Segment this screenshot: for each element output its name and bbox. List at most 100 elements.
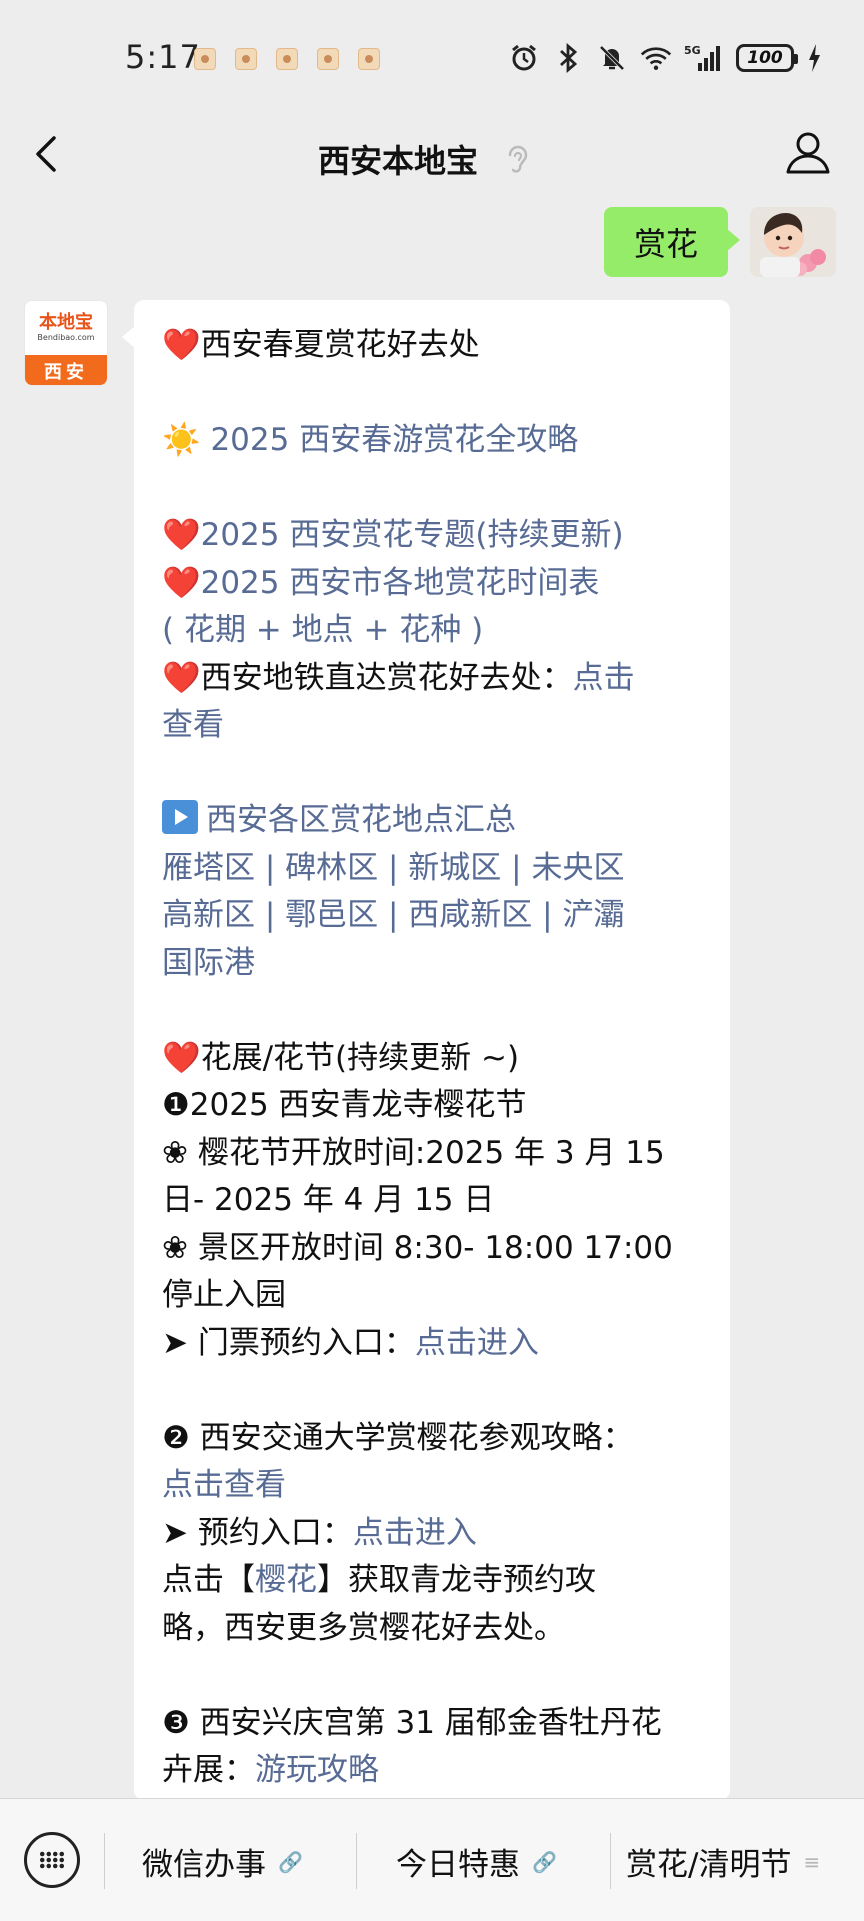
system-icons: 5G 100 (508, 36, 822, 80)
schedule-link-cont[interactable]: ( 花期 + 地点 + 花种 ) (162, 612, 483, 648)
back-button[interactable] (28, 130, 68, 178)
bot-avatar[interactable]: 本地宝 Bendibao.com 西安 (24, 300, 108, 386)
profile-button[interactable] (784, 128, 832, 176)
bluetooth-icon (552, 42, 584, 74)
wifi-icon (640, 42, 672, 74)
message-line[interactable]: ❤️2025 西安赏花专题(持续更新) (162, 512, 710, 560)
line-text: 略，西安更多赏樱花好去处。 (162, 1609, 565, 1646)
ticket-link[interactable]: 点击进入 (415, 1325, 539, 1361)
charging-icon (806, 42, 822, 74)
sun-icon: ☀️ (162, 422, 211, 458)
district-links[interactable]: 雁塔区 | 碑林区 | 新城区 | 未央区 (162, 850, 624, 886)
message-line: ❤️西安春夏赏花好去处 (162, 322, 710, 370)
tulip-guide-link[interactable]: 游玩攻略 (255, 1752, 379, 1788)
bottom-menu-bar: 微信办事 🔗 今日特惠 🔗 赏花/清明节 ≡ (0, 1798, 864, 1921)
message-line[interactable]: 雁塔区 | 碑林区 | 新城区 | 未央区 (162, 845, 710, 893)
metro-link-cont[interactable]: 查看 (162, 707, 224, 743)
district-summary-link[interactable]: 西安各区赏花地点汇总 (206, 802, 516, 838)
menu-item-label: 今日特惠 (396, 1847, 520, 1883)
message-line[interactable]: ❤️2025 西安市各地赏花时间表 (162, 560, 710, 608)
message-line: ❀ 景区开放时间 8:30- 18:00 17:00 (162, 1225, 710, 1273)
message-line: ❀ 樱花节开放时间:2025 年 3 月 15 (162, 1130, 710, 1178)
message-line: ❷ 西安交通大学赏樱花参观攻略： (162, 1415, 710, 1463)
message-line[interactable]: 查看 (162, 702, 710, 750)
user-message-bubble[interactable]: 赏花 (604, 207, 740, 277)
line-text: ❀ 樱花节开放时间:2025 年 3 月 15 (162, 1134, 665, 1171)
menu-item-daily-deals[interactable]: 今日特惠 🔗 (396, 1839, 557, 1884)
notification-icon (235, 48, 257, 70)
heart-icon: ❤️ (162, 659, 201, 696)
sakura-keyword-link[interactable]: 樱花 (255, 1562, 317, 1598)
reserve-link[interactable]: 点击进入 (353, 1515, 477, 1551)
status-bar: 5:17 5G 100 (0, 0, 864, 100)
menu-item-wechat-service[interactable]: 微信办事 🔗 (142, 1839, 303, 1884)
user-message-text: 赏花 (633, 225, 698, 263)
bot-message-content: ❤️西安春夏赏花好去处 ☀️ 2025 西安春游赏花全攻略 ❤️2025 西安赏… (162, 322, 710, 1795)
message-line: 停止入园 (162, 1272, 710, 1320)
line-text: 卉展： (162, 1752, 255, 1788)
bot-logo-city: 西安 (25, 355, 107, 385)
heart-icon: ❤️ (162, 327, 201, 363)
line-text: 日- 2025 年 4 月 15 日 (162, 1182, 495, 1218)
line-text: ❷ 西安交通大学赏樱花参观攻略： (162, 1419, 634, 1456)
mute-icon (596, 42, 628, 74)
line-text: ➤ 门票预约入口： (162, 1324, 415, 1361)
topic-link[interactable]: 2025 西安赏花专题(持续更新) (201, 517, 624, 553)
line-text: 西安地铁直达赏花好去处： (200, 659, 573, 696)
message-line[interactable]: 西安各区赏花地点汇总 (162, 797, 710, 845)
line-text: 停止入园 (162, 1277, 286, 1313)
menu-list-icon: ≡ (803, 1849, 821, 1874)
district-links[interactable]: 国际港 (162, 945, 255, 981)
message-line[interactable]: 点击查看 (162, 1462, 710, 1510)
xjtu-link[interactable]: 点击查看 (162, 1467, 286, 1503)
message-line[interactable]: ☀️ 2025 西安春游赏花全攻略 (162, 417, 710, 465)
menu-item-flowers-qingming[interactable]: 赏花/清明节 ≡ (626, 1839, 820, 1884)
metro-link[interactable]: 点击 (573, 660, 635, 696)
bot-logo: 本地宝 Bendibao.com (25, 301, 107, 355)
line-text: ❸ 西安兴庆宫第 31 届郁金香牡丹花 (162, 1704, 662, 1741)
title-bar: 西安本地宝 (0, 100, 864, 208)
line-text: ❶2025 西安青龙寺樱花节 (162, 1087, 527, 1123)
message-line: ❶2025 西安青龙寺樱花节 (162, 1082, 710, 1130)
bot-logo-url: Bendibao.com (37, 333, 95, 342)
message-line: 略，西安更多赏樱花好去处。 (162, 1605, 710, 1653)
user-avatar[interactable] (750, 207, 836, 277)
message-line: ➤ 门票预约入口：点击进入 (162, 1320, 710, 1368)
battery-icon: 100 (736, 44, 798, 72)
bot-logo-text: 本地宝 (39, 312, 93, 333)
district-links[interactable]: 高新区 | 鄠邑区 | 西咸新区 | 浐灞 (162, 897, 624, 933)
play-icon (162, 800, 198, 834)
message-line: ❤️西安地铁直达赏花好去处：点击 (162, 655, 710, 703)
line-text: 】获取青龙寺预约攻 (317, 1562, 596, 1598)
message-line[interactable]: 高新区 | 鄠邑区 | 西咸新区 | 浐灞 (162, 892, 710, 940)
menu-divider (356, 1833, 357, 1889)
heart-icon: ❤️ (162, 564, 201, 601)
menu-item-label: 赏花/清明节 (626, 1847, 792, 1883)
person-icon (786, 132, 830, 174)
guide-link[interactable]: 2025 西安春游赏花全攻略 (210, 422, 578, 458)
svg-text:5G: 5G (684, 44, 701, 57)
title-group: 西安本地宝 (318, 136, 530, 182)
ear-icon (504, 142, 530, 176)
line-text: 点击【 (162, 1562, 255, 1598)
menu-item-label: 微信办事 (142, 1847, 266, 1883)
keyboard-toggle-button[interactable] (24, 1832, 80, 1888)
line-text: ➤ 预约入口： (162, 1514, 353, 1551)
message-line[interactable]: ( 花期 + 地点 + 花种 ) (162, 607, 710, 655)
notification-icon (276, 48, 298, 70)
alarm-icon (508, 42, 540, 74)
menu-divider (104, 1833, 105, 1889)
line-text: ❀ 景区开放时间 8:30- 18:00 17:00 (162, 1229, 673, 1266)
message-line: 卉展：游玩攻略 (162, 1747, 710, 1795)
message-line: ❤️花展/花节(持续更新 ~) (162, 1035, 710, 1083)
schedule-link[interactable]: 2025 西安市各地赏花时间表 (201, 565, 600, 601)
heart-icon: ❤️ (162, 517, 201, 553)
message-line: 日- 2025 年 4 月 15 日 (162, 1177, 710, 1225)
notification-icon (358, 48, 380, 70)
status-time: 5:17 (125, 38, 201, 76)
bot-message-bubble: ❤️西安春夏赏花好去处 ☀️ 2025 西安春游赏花全攻略 ❤️2025 西安赏… (122, 300, 730, 1800)
message-line[interactable]: 国际港 (162, 940, 710, 988)
line-text: 西安春夏赏花好去处 (200, 327, 480, 363)
menu-divider (610, 1833, 611, 1889)
link-icon: 🔗 (278, 1849, 303, 1874)
